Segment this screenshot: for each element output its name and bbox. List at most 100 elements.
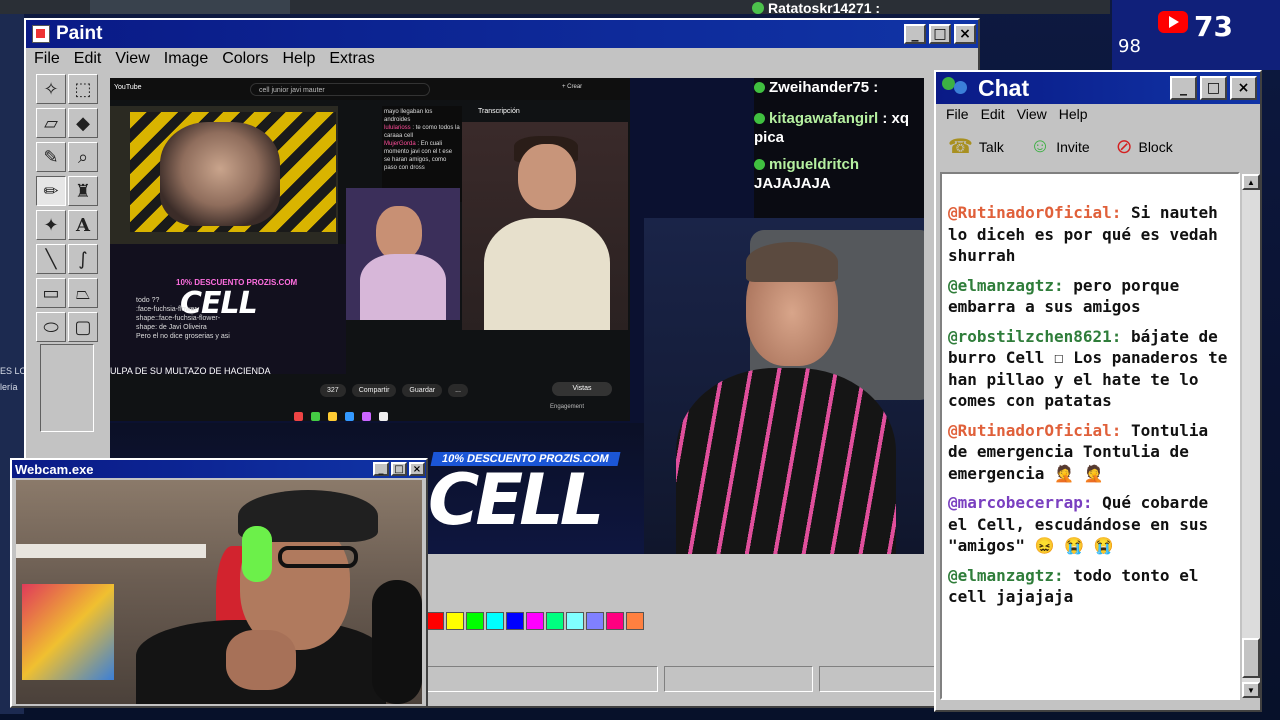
scroll-down-icon[interactable]: ▼	[1242, 682, 1260, 698]
palette-swatch[interactable]	[506, 612, 524, 630]
color-picker-icon[interactable]: ✎	[36, 142, 66, 172]
desktop-text: lería	[0, 382, 18, 392]
curve-icon[interactable]: ∫	[68, 244, 98, 274]
palette-swatch[interactable]	[566, 612, 584, 630]
glasses	[278, 546, 358, 568]
menu-colors[interactable]: Colors	[222, 50, 268, 67]
toy-box	[22, 584, 114, 680]
close-button[interactable]: ×	[409, 462, 425, 476]
app-icon	[294, 412, 303, 421]
fill-bucket-icon[interactable]: ◆	[68, 108, 98, 138]
menu-image[interactable]: Image	[164, 50, 208, 67]
minimize-button[interactable]: _	[904, 24, 926, 44]
scroll-up-icon[interactable]: ▲	[1242, 174, 1260, 190]
twitch-chat-text: :	[873, 79, 879, 96]
block-icon: ⊘	[1115, 136, 1133, 158]
overlay-top-user-label: Ratatoskr14271 :	[768, 0, 881, 16]
youtube-comments: todo ?? :face-fuchsia-flower- shape::fac…	[136, 296, 256, 341]
free-select-icon[interactable]: ✧	[36, 74, 66, 104]
menu-view[interactable]: View	[1017, 106, 1047, 122]
webcam-title: Webcam.exe	[15, 461, 94, 477]
user-badge-icon	[752, 2, 764, 14]
comment-line: :face-fuchsia-flower-	[136, 306, 200, 313]
maximize-button[interactable]: □	[929, 24, 951, 44]
status-pane	[819, 666, 949, 692]
menu-file[interactable]: File	[946, 106, 969, 122]
ellipse-icon[interactable]: ⬭	[36, 312, 66, 342]
invite-label: Invite	[1056, 138, 1090, 155]
chat-titlebar[interactable]: Chat _ □ ×	[936, 72, 1260, 104]
chat-message: @RutinadorOficial: Tontulia de emergenci…	[948, 420, 1232, 485]
paint-app-icon	[32, 25, 50, 43]
rect-select-icon[interactable]: ⬚	[68, 74, 98, 104]
chat-title: Chat	[978, 74, 1030, 101]
browser-tab-strip	[90, 0, 290, 14]
color-palette	[426, 612, 646, 634]
guest-body	[676, 368, 896, 554]
talk-button[interactable]: ☎ Talk	[948, 134, 1004, 159]
person-body	[360, 254, 446, 320]
comment-line: shape::face-fuchsia-flower-	[136, 315, 221, 322]
magnifier-icon[interactable]: ⌕	[68, 142, 98, 172]
palette-swatch[interactable]	[466, 612, 484, 630]
palette-swatch[interactable]	[546, 612, 564, 630]
invite-button[interactable]: ☺ Invite	[1030, 135, 1090, 158]
overlay-top-chat-user: Ratatoskr14271 :	[752, 0, 880, 16]
text-tool-icon[interactable]: A	[68, 210, 98, 240]
eraser-icon[interactable]: ▱	[36, 108, 66, 138]
youtube-icon	[1158, 11, 1188, 33]
paint-titlebar[interactable]: Paint _ □ ×	[26, 20, 978, 48]
rounded-rect-icon[interactable]: ▢	[68, 312, 98, 342]
line-icon[interactable]: ╲	[36, 244, 66, 274]
maximize-button[interactable]: □	[1200, 76, 1227, 100]
microphone	[372, 580, 422, 704]
minimize-button[interactable]: _	[373, 462, 389, 476]
brush-icon[interactable]: ♜	[68, 176, 98, 206]
palette-swatch[interactable]	[446, 612, 464, 630]
video-caption: ULPA DE SU MULTAZO DE HACIENDA	[110, 366, 271, 376]
palette-swatch[interactable]	[626, 612, 644, 630]
polygon-icon[interactable]: ⏢	[68, 278, 98, 308]
palette-swatch[interactable]	[486, 612, 504, 630]
close-button[interactable]: ×	[954, 24, 976, 44]
rectangle-icon[interactable]: ▭	[36, 278, 66, 308]
chat-log[interactable]: @RutinadorOficial: Si nauteh lo diceh es…	[940, 172, 1240, 700]
youtube-viewer-count: 73	[1194, 10, 1233, 43]
minimize-button[interactable]: _	[1170, 76, 1197, 100]
tool-options-box[interactable]	[40, 344, 94, 432]
menu-extras[interactable]: Extras	[329, 50, 374, 67]
menu-help[interactable]: Help	[1059, 106, 1088, 122]
block-button[interactable]: ⊘ Block	[1116, 134, 1173, 159]
palette-swatch[interactable]	[606, 612, 624, 630]
youtube-logo: YouTube	[114, 84, 142, 91]
invite-icon: ☺	[1029, 135, 1051, 157]
video-face	[160, 122, 280, 226]
transcription-label: Transcripción	[478, 108, 520, 115]
buddy-icon-blue	[954, 81, 967, 94]
pencil-icon[interactable]: ✏	[36, 176, 66, 206]
menu-help[interactable]: Help	[282, 50, 315, 67]
scroll-thumb[interactable]	[1242, 638, 1260, 678]
taskbar-icons	[294, 412, 388, 421]
palette-swatch[interactable]	[426, 612, 444, 630]
status-pane	[664, 666, 814, 692]
chat-scrollbar[interactable]: ▲ ▼	[1242, 174, 1260, 698]
menu-edit[interactable]: Edit	[981, 106, 1005, 122]
menu-view[interactable]: View	[115, 50, 149, 67]
airbrush-icon[interactable]: ✦	[36, 210, 66, 240]
maximize-button[interactable]: □	[391, 462, 407, 476]
menu-file[interactable]: File	[34, 50, 60, 67]
user-badge-icon	[754, 82, 765, 93]
palette-swatch[interactable]	[526, 612, 544, 630]
webcam-titlebar[interactable]: Webcam.exe _ □ ×	[12, 460, 426, 478]
message-user: @elmanzagtz:	[948, 565, 1064, 585]
twitch-chat-text: JAJAJAJA	[754, 175, 831, 192]
menu-edit[interactable]: Edit	[74, 50, 102, 67]
palette-swatch[interactable]	[586, 612, 604, 630]
youtube-viewer-counter: 73	[1158, 10, 1233, 43]
youtube-search: cell junior javi mauter	[250, 83, 430, 96]
desktop-text: ES LO	[0, 366, 27, 376]
close-button[interactable]: ×	[1230, 76, 1257, 100]
messenger-icon	[940, 75, 972, 101]
yt-chat-user: lulularioss	[384, 125, 411, 131]
